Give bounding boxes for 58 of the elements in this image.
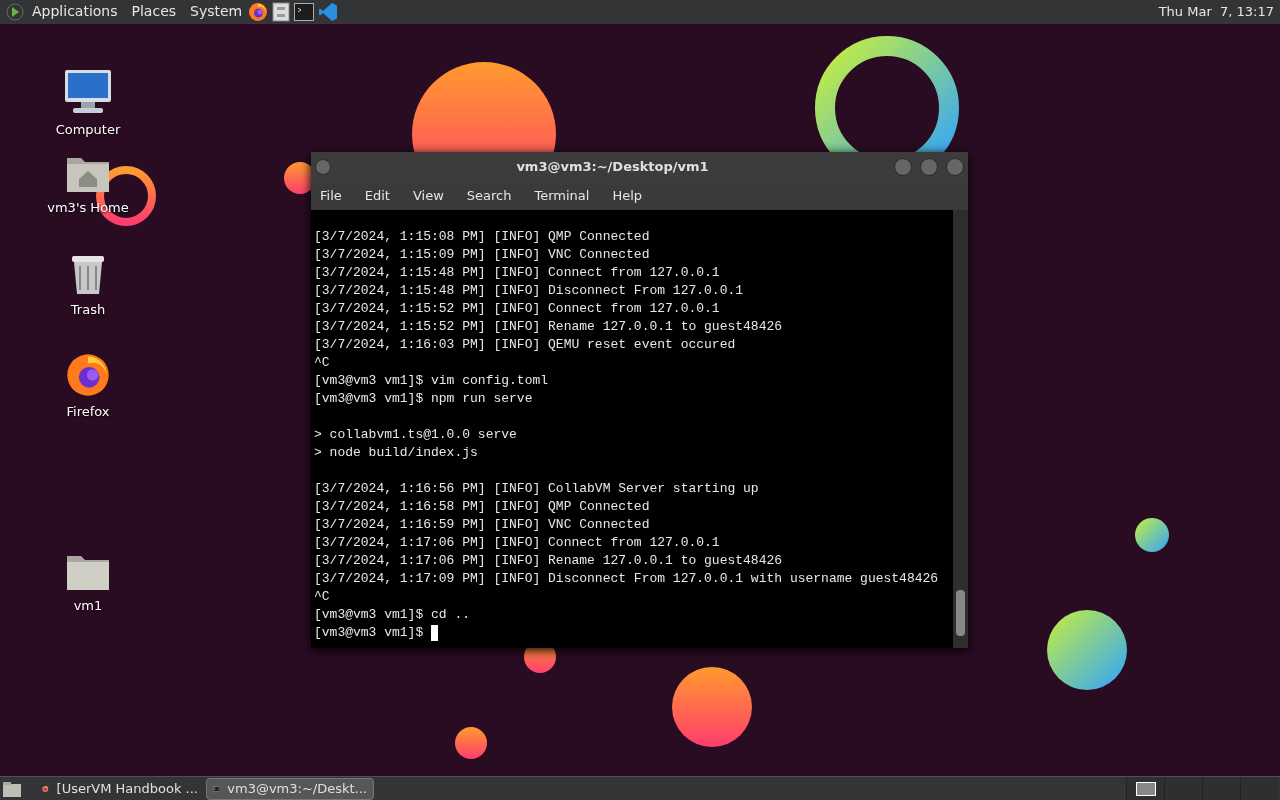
terminal-line: [vm3@vm3 vm1]$ npm run serve xyxy=(314,390,533,408)
scrollbar[interactable] xyxy=(953,210,968,648)
taskbar-task[interactable]: vm3@vm3:~/Deskt... xyxy=(206,777,374,800)
scrollbar-thumb[interactable] xyxy=(956,590,965,636)
terminal-line: [3/7/2024, 1:16:56 PM] [INFO] CollabVM Server starting up xyxy=(314,480,759,498)
file-cabinet-icon[interactable] xyxy=(272,1,291,22)
workspace-switcher-cell[interactable] xyxy=(1202,777,1240,800)
window-menu-icon[interactable] xyxy=(315,159,331,175)
terminal-line: [vm3@vm3 vm1]$ vim config.toml xyxy=(314,372,549,390)
show-desktop-icon[interactable] xyxy=(2,779,22,798)
terminal-line: > collabvm1.ts@1.0.0 serve xyxy=(314,426,517,444)
desktop-icon-label[interactable]: Firefox xyxy=(66,402,110,422)
terminal-line: [3/7/2024, 1:15:09 PM] [INFO] VNC Connected xyxy=(314,246,650,264)
menu-item[interactable]: Search xyxy=(466,186,512,206)
terminal-line: [3/7/2024, 1:17:09 PM] [INFO] Disconnect From 127.0.0.1 with username guest48426 xyxy=(314,570,939,588)
terminal-launcher-icon[interactable] xyxy=(294,2,315,21)
terminal-line: [3/7/2024, 1:15:08 PM] [INFO] QMP Connected xyxy=(314,228,650,246)
maximize-button[interactable] xyxy=(920,158,938,176)
terminal-line: > node build/index.js xyxy=(314,444,478,462)
terminal-line: [3/7/2024, 1:16:03 PM] [INFO] QEMU reset event occured xyxy=(314,336,736,354)
terminal-line: [3/7/2024, 1:17:06 PM] [INFO] Rename 127.0.0.1 to guest48426 xyxy=(314,552,783,570)
code-editor-icon[interactable] xyxy=(318,1,339,22)
window-title: vm3@vm3:~/Desktop/vm1 xyxy=(515,158,710,177)
menu-item[interactable]: Edit xyxy=(364,186,390,206)
menu-item[interactable]: Help xyxy=(612,186,643,206)
minimize-button[interactable] xyxy=(894,158,912,176)
desktop-icon-label[interactable]: Trash xyxy=(70,300,106,320)
text-cursor xyxy=(431,625,439,641)
computer-icon xyxy=(63,68,113,116)
terminal-line: [vm3@vm3 vm1]$ cd .. xyxy=(314,606,471,624)
desktop-icon-label[interactable]: vm1 xyxy=(73,596,103,616)
terminal-line: [3/7/2024, 1:16:58 PM] [INFO] QMP Connected xyxy=(314,498,650,516)
firefox-launcher-icon xyxy=(248,1,269,22)
menu-item[interactable]: File xyxy=(320,186,342,206)
panel-menu[interactable]: Places xyxy=(131,1,177,22)
terminal-line: [3/7/2024, 1:17:06 PM] [INFO] Connect from 127.0.0.1 xyxy=(314,534,720,552)
menu-item[interactable]: View xyxy=(412,186,444,206)
close-button[interactable] xyxy=(946,158,964,176)
terminal-line: [3/7/2024, 1:15:52 PM] [INFO] Rename 127.0.0.1 to guest48426 xyxy=(314,318,783,336)
menu-item[interactable]: Terminal xyxy=(534,186,590,206)
terminal-line: [3/7/2024, 1:15:48 PM] [INFO] Connect from 127.0.0.1 xyxy=(314,264,720,282)
panel-menu[interactable]: System xyxy=(190,1,243,22)
workspace-switcher-cell[interactable] xyxy=(1164,777,1202,800)
taskbar-task[interactable]: [UserVM Handbook ... xyxy=(36,777,204,800)
terminal-line: ^C xyxy=(314,354,330,372)
terminal-line: [3/7/2024, 1:15:52 PM] [INFO] Connect from 127.0.0.1 xyxy=(314,300,720,318)
terminal-line: [3/7/2024, 1:15:48 PM] [INFO] Disconnect From 127.0.0.1 xyxy=(314,282,744,300)
panel-menu[interactable]: Applications xyxy=(32,1,118,22)
firefox-icon xyxy=(65,352,111,398)
clock[interactable]: Thu Mar 7, 13:17 xyxy=(1158,1,1274,22)
menu-logo-icon[interactable] xyxy=(6,2,24,21)
workspace-switcher-cell[interactable] xyxy=(1240,777,1278,800)
desktop-icon-label[interactable]: Computer xyxy=(55,120,121,140)
window-thumbnail xyxy=(1135,781,1156,796)
terminal-line: [3/7/2024, 1:16:59 PM] [INFO] VNC Connected xyxy=(314,516,650,534)
terminal-line: [vm3@vm3 vm1]$ xyxy=(314,624,424,642)
workspace-switcher-cell[interactable] xyxy=(1126,777,1164,800)
terminal-line: ^C xyxy=(314,588,330,606)
